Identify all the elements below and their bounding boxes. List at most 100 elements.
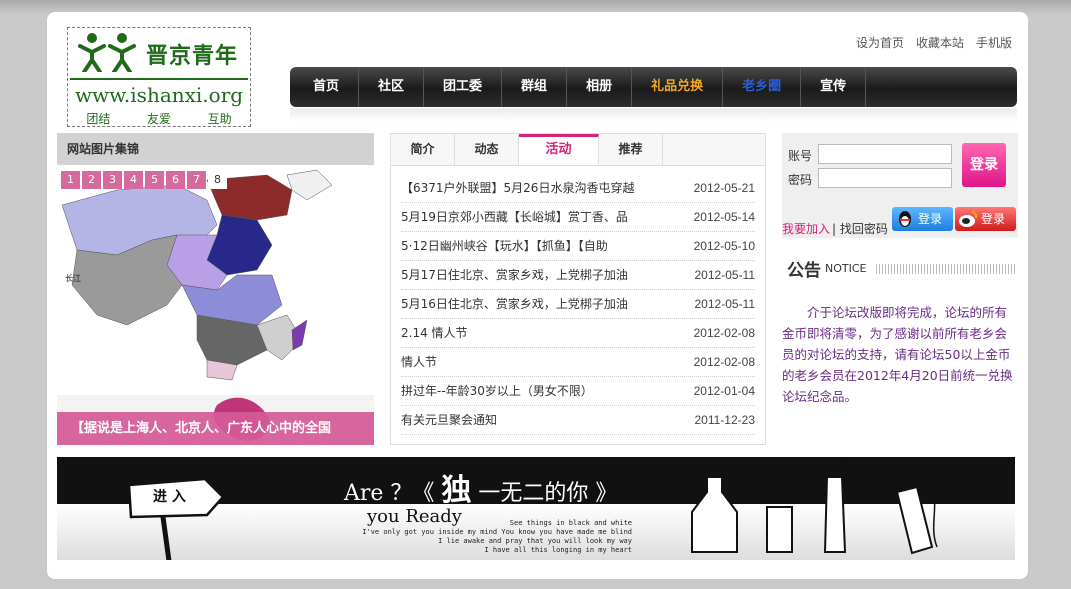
nav-reflection — [290, 108, 1017, 122]
forgot-password-link[interactable]: | 找回密码 — [832, 220, 888, 237]
gallery-page-1[interactable]: 1 — [61, 171, 80, 189]
promo-banner[interactable]: 进 入 Are ？《 独 一无二的你 》 you Ready See thing… — [57, 457, 1015, 560]
account-label: 账号 — [788, 149, 813, 163]
logo-mottos: 团结 友爱 互助 — [68, 110, 250, 127]
nav-albums[interactable]: 相册 — [567, 67, 633, 107]
news-tabs: 简介 动态 活动 推荐 — [391, 134, 765, 166]
news-row[interactable]: 有关元旦聚会通知 2011-12-23 — [401, 406, 755, 435]
nav-youth-league[interactable]: 团工委 — [424, 67, 503, 107]
news-title[interactable]: 情人节 — [401, 348, 671, 376]
logo-divider — [70, 78, 248, 80]
weibo-login-button[interactable]: 登录 — [955, 207, 1016, 231]
notice-decoration — [876, 264, 1017, 274]
banner-lyric-line: I've only got you inside my mind You kno… — [362, 528, 632, 536]
logo-url: www.ishanxi.org — [74, 83, 244, 107]
news-row[interactable]: 5月17日住北京、赏家乡戏，上党梆子加油 2012-05-11 — [401, 261, 755, 290]
news-row[interactable]: 5月16日住北京、赏家乡戏，上党梆子加油 2012-05-11 — [401, 290, 755, 319]
tab-updates[interactable]: 动态 — [455, 134, 519, 165]
banner-title-pre: Are ？《 — [344, 481, 435, 506]
news-row[interactable]: 5月19日京郊小西藏【长峪城】赏丁香、品 2012-05-14 — [401, 203, 755, 232]
news-title[interactable]: 2.14 情人节 — [401, 319, 671, 347]
news-row[interactable]: 【6371户外联盟】5月26日水泉沟香屯穿越 2012-05-21 — [401, 174, 755, 203]
news-title[interactable]: 拼过年--年龄30岁以上（男女不限） — [401, 377, 671, 405]
qq-login-label: 登录 — [918, 212, 943, 226]
news-row[interactable]: 拼过年--年龄30岁以上（男女不限） 2012-01-04 — [401, 377, 755, 406]
news-date: 2012-01-04 — [693, 384, 755, 398]
banner-lyric-line: See things in black and white — [509, 519, 632, 527]
news-row[interactable]: 情人节 2012-02-08 — [401, 348, 755, 377]
weibo-login-label: 登录 — [981, 212, 1006, 226]
china-map-image — [57, 165, 374, 445]
nav-groups[interactable]: 群组 — [502, 67, 568, 107]
banner-title-big: 独 — [441, 473, 472, 508]
news-date: 2012-05-11 — [694, 297, 756, 311]
news-title[interactable]: 有关元旦聚会通知 — [401, 406, 671, 434]
notice-title-en: NOTICE — [825, 262, 867, 275]
gallery-page-5[interactable]: 5 — [145, 171, 164, 189]
nav-hometown-circle[interactable]: 老乡圈 — [723, 67, 802, 107]
bookmark-link[interactable]: 收藏本站 — [916, 34, 964, 51]
news-title[interactable]: 【6371户外联盟】5月26日水泉沟香屯穿越 — [401, 174, 671, 202]
nav-home[interactable]: 首页 — [294, 67, 360, 107]
banner-title-post: 一无二的你 》 — [478, 481, 618, 506]
weibo-icon — [959, 211, 978, 227]
login-button[interactable]: 登录 — [962, 143, 1006, 187]
gallery-pager: 1 2 3 4 5 6 7 8 — [61, 171, 227, 189]
enter-sign-icon — [127, 477, 225, 560]
gallery-title: 网站图片集锦 — [57, 133, 374, 165]
map-label: 长江 — [65, 274, 81, 283]
logo-top: 晋京青年 — [68, 28, 250, 78]
nav-community[interactable]: 社区 — [359, 67, 425, 107]
news-date: 2012-02-08 — [693, 355, 755, 369]
enter-label[interactable]: 进 入 — [153, 486, 186, 506]
news-title[interactable]: 5月17日住北京、赏家乡戏，上党梆子加油 — [401, 261, 671, 289]
gallery-page-2[interactable]: 2 — [82, 171, 101, 189]
account-input[interactable] — [818, 144, 952, 164]
motto-3: 互助 — [207, 112, 232, 126]
set-homepage-link[interactable]: 设为首页 — [856, 34, 904, 51]
notice-header: 公告 NOTICE — [787, 256, 1017, 281]
banner-lyric-line: I lie awake and pray that you will look … — [438, 537, 632, 545]
gallery-page-3[interactable]: 3 — [103, 171, 122, 189]
gallery-slideshow[interactable]: 1 2 3 4 5 6 7 8 长江 — [57, 165, 374, 445]
notice-body: 介于论坛改版即将完成，论坛的所有金币即将清零，为了感谢以前所有老乡会员的对论坛的… — [782, 305, 1013, 404]
news-date: 2012-05-10 — [693, 239, 755, 253]
qq-penguin-icon — [899, 211, 911, 227]
motto-1: 团结 — [86, 112, 111, 126]
news-date: 2012-05-11 — [694, 268, 756, 282]
top-links: 设为首页 收藏本站 手机版 — [856, 34, 1012, 51]
mobile-version-link[interactable]: 手机版 — [976, 34, 1012, 51]
login-box: 账号 密码 登录 我要加入 | 找回密码 登录 登录 — [782, 133, 1018, 238]
motto-2: 友爱 — [146, 112, 171, 126]
news-date: 2011-12-23 — [694, 413, 756, 427]
gallery-caption[interactable]: 【据说是上海人、北京人、广东人心中的全国 — [57, 412, 374, 445]
gallery-page-6[interactable]: 6 — [166, 171, 185, 189]
notice-title: 公告 — [787, 261, 821, 281]
nav-gift-exchange[interactable]: 礼品兑换 — [632, 67, 724, 107]
news-row[interactable]: 2.14 情人节 2012-02-08 — [401, 319, 755, 348]
news-date: 2012-02-08 — [693, 326, 755, 340]
tab-recommended[interactable]: 推荐 — [599, 134, 663, 165]
site-logo[interactable]: 晋京青年 www.ishanxi.org 团结 友爱 互助 — [67, 27, 251, 127]
join-link[interactable]: 我要加入 — [782, 220, 830, 237]
news-title[interactable]: 5月19日京郊小西藏【长峪城】赏丁香、品 — [401, 203, 671, 231]
news-date: 2012-05-14 — [693, 210, 755, 224]
banner-lyrics: See things in black and white I've only … — [332, 519, 632, 555]
main-nav: 首页 社区 团工委 群组 相册 礼品兑换 老乡圈 宣传 — [290, 67, 1017, 107]
news-row[interactable]: 5·12日幽州峡谷【玩水】【抓鱼】【自助 2012-05-10 — [401, 232, 755, 261]
gallery-page-8[interactable]: 8 — [208, 171, 227, 189]
tab-activities[interactable]: 活动 — [519, 134, 599, 165]
gallery-page-4[interactable]: 4 — [124, 171, 143, 189]
qq-login-button[interactable]: 登录 — [892, 207, 953, 231]
banner-title: Are ？《 独 一无二的你 》 — [344, 465, 617, 509]
news-title[interactable]: 5·12日幽州峡谷【玩水】【抓鱼】【自助 — [401, 232, 671, 260]
logo-name: 晋京青年 — [146, 44, 239, 69]
tab-intro[interactable]: 简介 — [391, 134, 455, 165]
password-input[interactable] — [818, 168, 952, 188]
bottles-illustration-icon — [691, 457, 938, 555]
gallery-page-7[interactable]: 7 — [187, 171, 206, 189]
news-date: 2012-05-21 — [693, 181, 755, 195]
banner-lyric-line: I have all this longing in my heart — [484, 546, 632, 554]
news-title[interactable]: 5月16日住北京、赏家乡戏，上党梆子加油 — [401, 290, 671, 318]
nav-promotion[interactable]: 宣传 — [801, 67, 867, 107]
